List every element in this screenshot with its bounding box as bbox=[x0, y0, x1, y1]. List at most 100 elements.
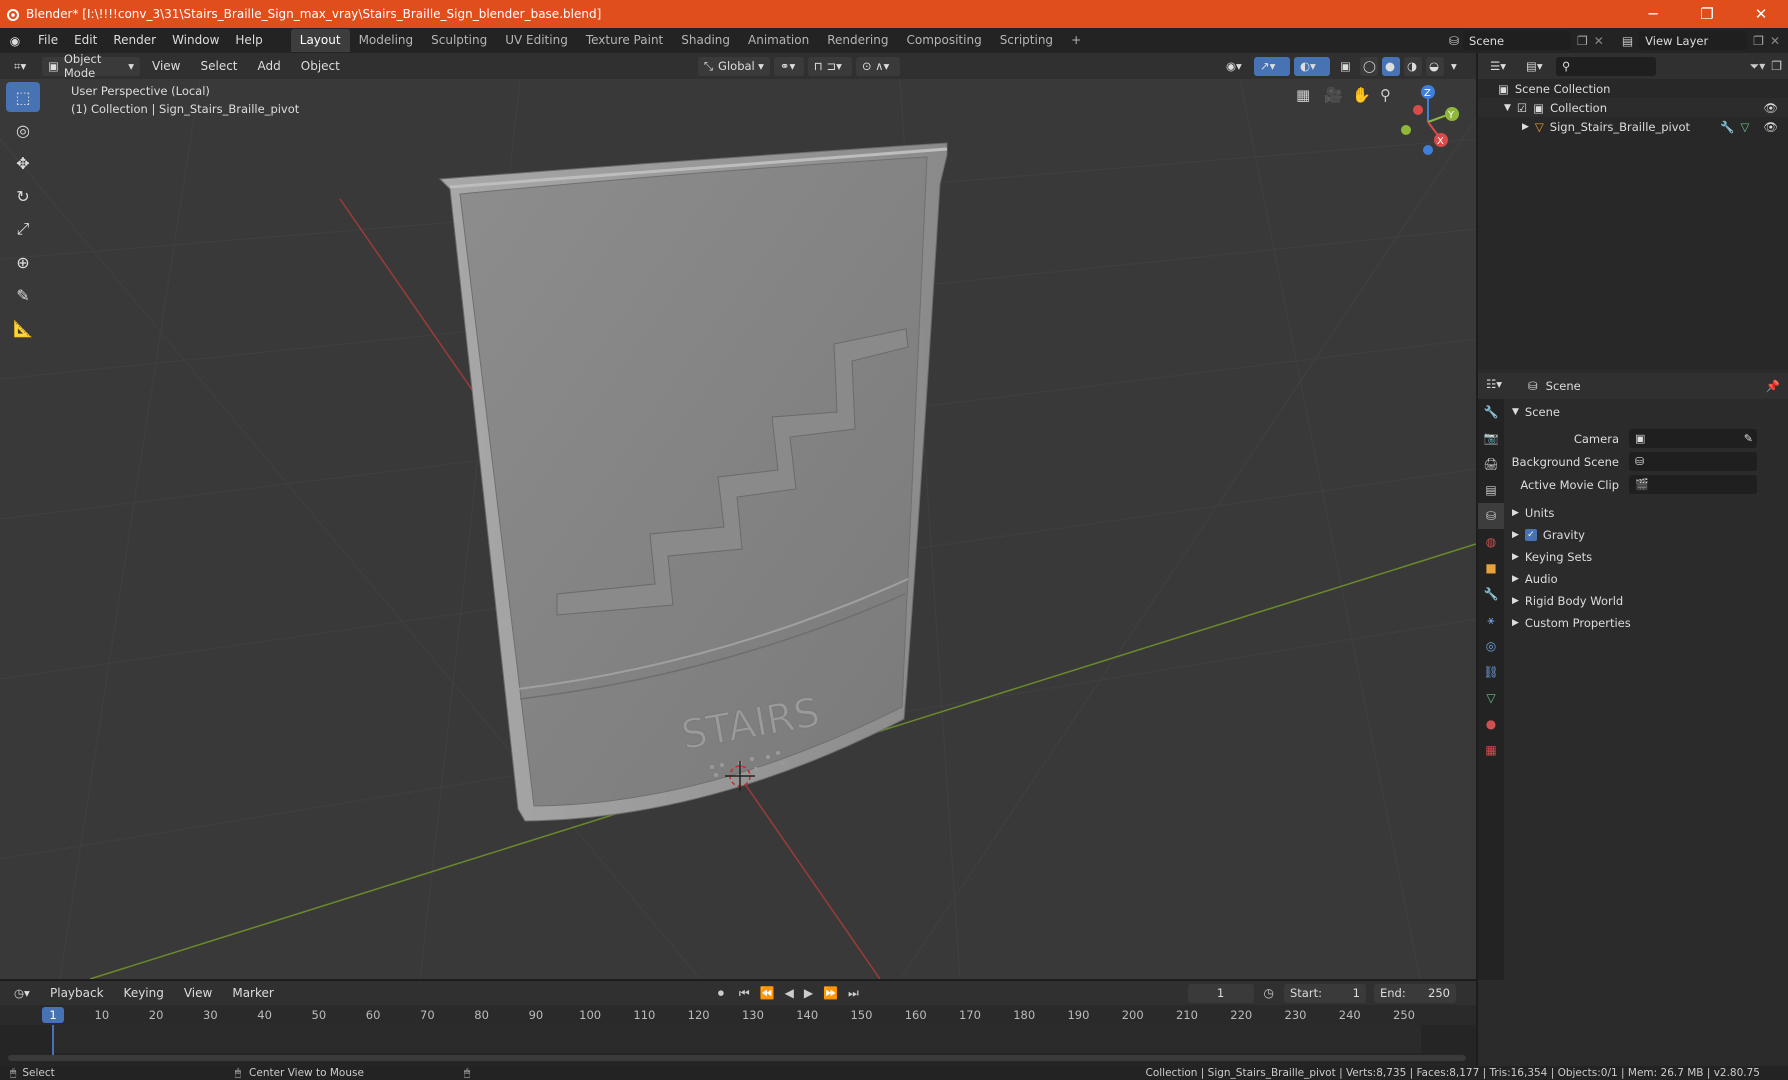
data-tab-icon[interactable]: ▽ bbox=[1478, 685, 1504, 711]
tab-compositing[interactable]: Compositing bbox=[897, 29, 990, 52]
blender-menu-icon[interactable]: ◉ bbox=[0, 34, 30, 48]
tab-texture-paint[interactable]: Texture Paint bbox=[577, 29, 672, 52]
eye-icon[interactable]: 👁 bbox=[1763, 101, 1778, 115]
object-tab-icon[interactable]: ■ bbox=[1478, 555, 1504, 581]
restore-button[interactable]: ❐ bbox=[1680, 0, 1734, 28]
delete-scene-icon[interactable]: ✕ bbox=[1594, 34, 1604, 48]
axis-gizmo-icon[interactable]: Z Y X bbox=[1398, 82, 1460, 160]
new-collection-icon[interactable]: ❐ bbox=[1771, 59, 1782, 73]
viewport-menu-add[interactable]: Add bbox=[250, 54, 289, 79]
xray-toggle[interactable]: ▣ bbox=[1334, 56, 1356, 76]
start-frame-field[interactable]: Start: 1 bbox=[1284, 983, 1366, 1003]
audio-panel[interactable]: ▶ Audio bbox=[1504, 568, 1788, 590]
shading-solid-button[interactable]: ● bbox=[1382, 56, 1400, 76]
rigid-body-world-panel[interactable]: ▶ Rigid Body World bbox=[1504, 590, 1788, 612]
editor-type-selector[interactable]: ⌗▾ bbox=[8, 56, 38, 76]
zoom-icon[interactable]: ⚲ bbox=[1380, 86, 1391, 104]
menu-help[interactable]: Help bbox=[227, 28, 270, 53]
transform-tool-icon[interactable]: ⊕ bbox=[6, 247, 40, 277]
rotate-tool-icon[interactable]: ↻ bbox=[6, 181, 40, 211]
timeline-menu-keying[interactable]: Keying bbox=[116, 981, 172, 1006]
viewport-menu-object[interactable]: Object bbox=[293, 54, 348, 79]
camera-field[interactable]: ▣ ✎ bbox=[1629, 429, 1757, 448]
gravity-panel[interactable]: ▶ ✓ Gravity bbox=[1504, 524, 1788, 546]
jump-end-icon[interactable]: ⏭ bbox=[848, 986, 859, 1001]
tab-layout[interactable]: Layout bbox=[290, 29, 350, 52]
constraints-tab-icon[interactable]: ⛓ bbox=[1478, 659, 1504, 685]
mode-selector[interactable]: ▣ Object Mode ▾ bbox=[42, 52, 140, 80]
proportional-edit-toggle[interactable]: ⊙ ∧▾ bbox=[855, 56, 900, 76]
transform-orientation-selector[interactable]: ⤡ Global ▾ bbox=[697, 56, 770, 76]
tab-sculpting[interactable]: Sculpting bbox=[422, 29, 496, 52]
pin-icon[interactable]: 📌 bbox=[1766, 379, 1780, 393]
expand-arrow-icon[interactable]: ▶ bbox=[1522, 122, 1529, 132]
view-layer-selector[interactable]: View Layer bbox=[1639, 31, 1748, 50]
shading-material-button[interactable]: ◑ bbox=[1404, 56, 1422, 76]
select-box-tool-icon[interactable]: ⬚ bbox=[6, 82, 40, 112]
tool-tab-icon[interactable]: 🔧 bbox=[1478, 399, 1504, 425]
overlay-toggle[interactable]: ◐▾ bbox=[1294, 56, 1330, 76]
timeline-editor-type[interactable]: ◷▾ bbox=[8, 983, 38, 1003]
outliner-search-input[interactable]: ⚲ bbox=[1556, 56, 1656, 76]
output-tab-icon[interactable]: 🖨 bbox=[1478, 451, 1504, 477]
tab-modeling[interactable]: Modeling bbox=[350, 29, 423, 52]
timeline-menu-marker[interactable]: Marker bbox=[224, 981, 281, 1006]
play-icon[interactable]: ▶ bbox=[804, 986, 813, 1000]
close-button[interactable]: ✕ bbox=[1734, 0, 1788, 28]
play-reverse-icon[interactable]: ◀ bbox=[785, 986, 794, 1000]
add-workspace-button[interactable]: + bbox=[1062, 29, 1090, 52]
shading-rendered-button[interactable]: ◒ bbox=[1426, 56, 1444, 76]
outliner-editor-type[interactable]: ☰▾ bbox=[1484, 56, 1514, 76]
tab-scripting[interactable]: Scripting bbox=[991, 29, 1062, 52]
minimize-button[interactable]: ─ bbox=[1626, 0, 1680, 28]
timeline-menu-playback[interactable]: Playback bbox=[42, 981, 112, 1006]
menu-file[interactable]: File bbox=[30, 28, 66, 53]
eyedropper-icon[interactable]: ✎ bbox=[1744, 432, 1753, 445]
custom-properties-panel[interactable]: ▶ Custom Properties bbox=[1504, 612, 1788, 634]
outliner-row-collection[interactable]: ▼ ☑ ▣ Collection 👁 bbox=[1478, 98, 1788, 117]
delete-view-layer-icon[interactable]: ✕ bbox=[1770, 34, 1780, 48]
outliner-row-object[interactable]: ▶ ▽ Sign_Stairs_Braille_pivot 🔧 ▽ 👁 bbox=[1478, 117, 1788, 136]
viewport-menu-select[interactable]: Select bbox=[192, 54, 245, 79]
gizmo-toggle[interactable]: ↗▾ bbox=[1254, 56, 1290, 76]
viewport-menu-view[interactable]: View bbox=[144, 54, 188, 79]
keying-sets-panel[interactable]: ▶ Keying Sets bbox=[1504, 546, 1788, 568]
particles-tab-icon[interactable]: ⚹ bbox=[1478, 607, 1504, 633]
timeline-body[interactable] bbox=[0, 1025, 1476, 1066]
pivot-point-selector[interactable]: ⚭▾ bbox=[773, 56, 804, 76]
outliner-row-scene-collection[interactable]: ▣ Scene Collection bbox=[1478, 79, 1788, 98]
shading-options-button[interactable]: ▾ bbox=[1448, 56, 1466, 76]
cursor-tool-icon[interactable]: ◎ bbox=[6, 115, 40, 145]
tab-shading[interactable]: Shading bbox=[672, 29, 739, 52]
toggle-grid-icon[interactable]: ▦ bbox=[1296, 86, 1310, 104]
new-scene-icon[interactable]: ❐ bbox=[1577, 34, 1588, 48]
visibility-selector[interactable]: ◉▾ bbox=[1220, 56, 1250, 76]
active-movie-clip-field[interactable]: 🎬 bbox=[1629, 475, 1757, 494]
view-layer-tab-icon[interactable]: ▤ bbox=[1478, 477, 1504, 503]
physics-tab-icon[interactable]: ◎ bbox=[1478, 633, 1504, 659]
next-keyframe-icon[interactable]: ⏩ bbox=[823, 986, 838, 1000]
menu-render[interactable]: Render bbox=[105, 28, 164, 53]
move-tool-icon[interactable]: ✥ bbox=[6, 148, 40, 178]
gravity-checkbox[interactable]: ✓ bbox=[1524, 529, 1537, 541]
shading-wireframe-button[interactable]: ◯ bbox=[1360, 56, 1378, 76]
tab-rendering[interactable]: Rendering bbox=[818, 29, 897, 52]
texture-tab-icon[interactable]: ▦ bbox=[1478, 737, 1504, 763]
menu-edit[interactable]: Edit bbox=[66, 28, 105, 53]
tab-uv-editing[interactable]: UV Editing bbox=[496, 29, 577, 52]
end-frame-field[interactable]: End: 250 bbox=[1374, 983, 1456, 1003]
3d-viewport[interactable]: STAIRS bbox=[0, 79, 1476, 979]
measure-tool-icon[interactable]: 📐 bbox=[6, 313, 40, 343]
eye-icon[interactable]: 👁 bbox=[1763, 120, 1778, 134]
modifier-tab-icon[interactable]: 🔧 bbox=[1478, 581, 1504, 607]
scene-selector[interactable]: Scene bbox=[1463, 31, 1571, 50]
expand-arrow-icon[interactable]: ▼ bbox=[1504, 103, 1511, 113]
pan-hand-icon[interactable]: ✋ bbox=[1352, 86, 1371, 104]
world-tab-icon[interactable]: ◍ bbox=[1478, 529, 1504, 555]
jump-start-icon[interactable]: ⏮ bbox=[739, 986, 750, 1001]
prev-keyframe-icon[interactable]: ⏪ bbox=[760, 986, 775, 1000]
clock-icon[interactable]: ◷ bbox=[1264, 986, 1274, 1000]
background-scene-field[interactable]: ⛁ bbox=[1629, 452, 1757, 471]
timeline-menu-view[interactable]: View bbox=[176, 981, 220, 1006]
scene-tab-icon[interactable]: ⛁ bbox=[1478, 503, 1504, 529]
